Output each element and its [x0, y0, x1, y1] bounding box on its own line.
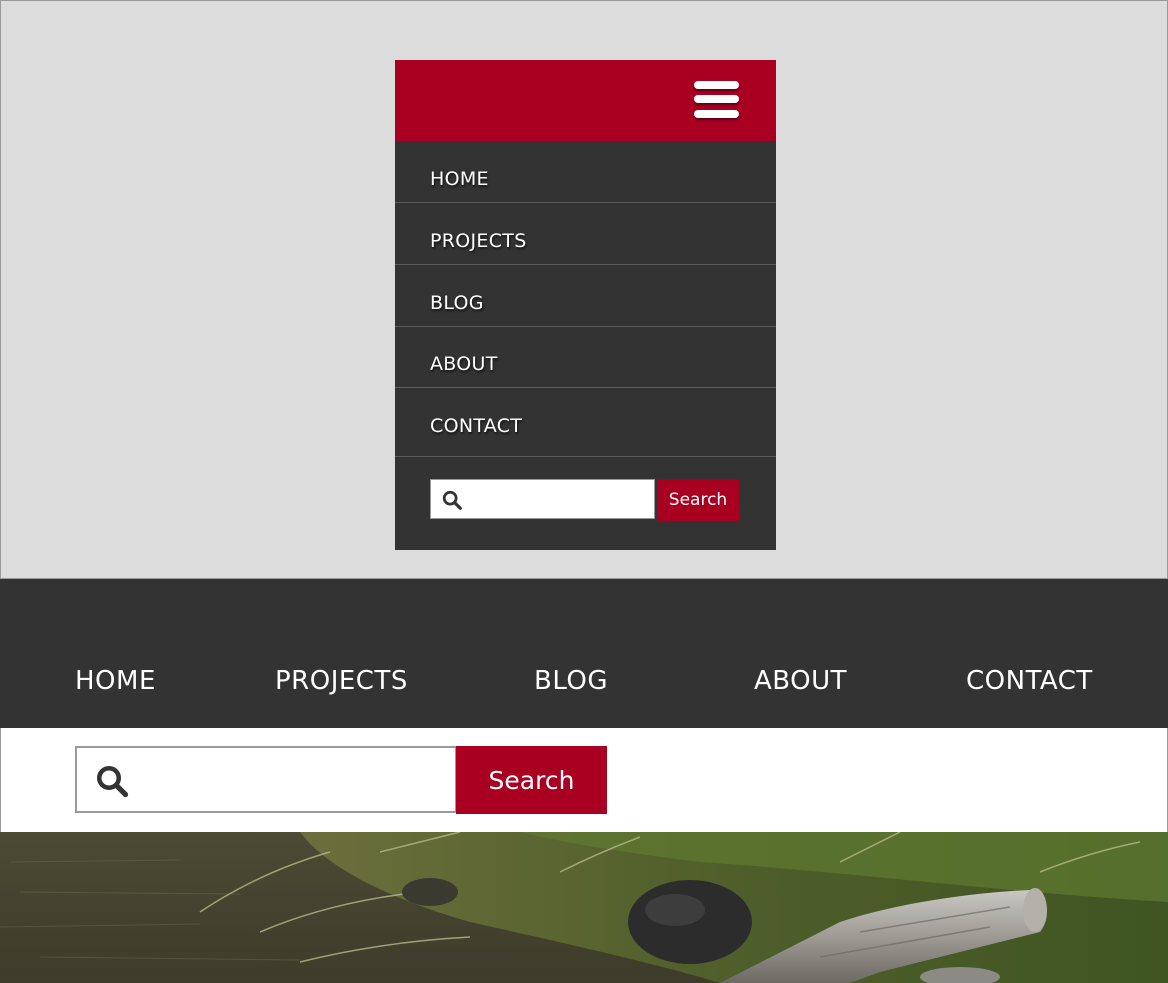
desktop-nav-item-home[interactable]: HOME [75, 666, 156, 696]
desktop-nav-item-contact[interactable]: CONTACT [966, 666, 1093, 696]
hamburger-icon[interactable] [693, 80, 741, 122]
mobile-nav-label: CONTACT [430, 415, 523, 437]
desktop-search-bar: Search [0, 728, 1168, 832]
desktop-search-field [75, 746, 457, 813]
mobile-preview-area: HOME PROJECTS BLOG ABOUT CONTACT Search [0, 0, 1168, 579]
mobile-search-button[interactable]: Search [657, 479, 739, 521]
desktop-nav-item-about[interactable]: ABOUT [754, 666, 847, 696]
river-bank-photo [0, 832, 1168, 983]
mobile-search-input[interactable] [469, 482, 653, 518]
desktop-nav-item-blog[interactable]: BLOG [534, 666, 608, 696]
hero-image [0, 832, 1168, 983]
mobile-header-bar [395, 60, 776, 141]
mobile-menu-panel: HOME PROJECTS BLOG ABOUT CONTACT Search [395, 60, 776, 550]
mobile-search-field [430, 479, 655, 519]
mobile-nav-item-contact[interactable]: CONTACT [395, 388, 776, 457]
desktop-nav-item-projects[interactable]: PROJECTS [275, 666, 408, 696]
mobile-nav-label: HOME [430, 168, 489, 190]
mobile-nav-item-blog[interactable]: BLOG [395, 265, 776, 327]
mobile-nav-item-projects[interactable]: PROJECTS [395, 203, 776, 265]
mobile-nav-label: ABOUT [430, 353, 498, 375]
mobile-nav-item-about[interactable]: ABOUT [395, 326, 776, 388]
desktop-nav-bar: HOME PROJECTS BLOG ABOUT CONTACT [0, 579, 1168, 728]
mobile-nav-label: BLOG [430, 292, 484, 314]
mobile-nav-item-home[interactable]: HOME [395, 141, 776, 203]
desktop-search-button[interactable]: Search [456, 746, 607, 814]
search-icon [97, 766, 129, 798]
search-icon [442, 490, 462, 510]
desktop-search-input[interactable] [143, 754, 447, 808]
mobile-nav-label: PROJECTS [430, 230, 527, 252]
